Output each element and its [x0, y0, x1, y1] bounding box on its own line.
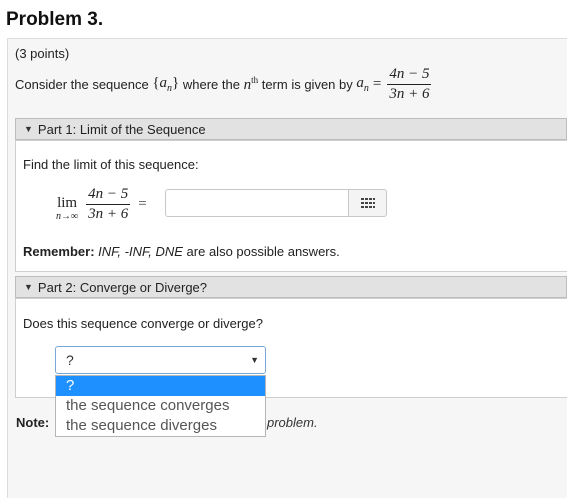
an-var: a [356, 74, 364, 91]
nth-sup: th [251, 74, 259, 85]
grid-icon [360, 197, 375, 208]
limit-equals: = [138, 196, 147, 212]
problem-title: Problem 3. [6, 9, 104, 30]
option-converges[interactable]: the sequence converges [56, 396, 265, 416]
select-dropdown-list: ? the sequence converges the sequence di… [55, 375, 266, 437]
limit-expression: lim n→∞ 4n − 5 3n + 6 = [56, 186, 147, 223]
term-given-text: term is given by [261, 76, 353, 92]
statement-equals: = [372, 75, 382, 92]
sequence-notation: {an} [152, 75, 179, 94]
statement-numerator: 4n − 5 [387, 66, 432, 85]
points-label: (3 points) [15, 46, 70, 61]
caret-down-icon: ▼ [24, 282, 33, 292]
where-the-text: where the [182, 76, 240, 92]
seq-var: a [159, 74, 168, 91]
select-value: ? [66, 352, 74, 368]
option-diverges[interactable]: the sequence diverges [56, 416, 265, 436]
remember-hint: Remember: INF, -INF, DNE are also possib… [23, 244, 340, 259]
nth-notation: nth [244, 75, 259, 94]
statement-fraction: 4n − 5 3n + 6 [387, 66, 432, 103]
limit-denominator: 3n + 6 [88, 206, 129, 222]
limit-fraction: 4n − 5 3n + 6 [86, 186, 131, 223]
remember-label: Remember: [23, 244, 95, 259]
part1-title: Part 1: Limit of the Sequence [37, 121, 206, 137]
an-sub: n [363, 82, 369, 94]
remember-tail: are also possible answers. [186, 244, 340, 259]
lim-operator: lim n→∞ [56, 196, 78, 223]
note-label: Note: [16, 415, 49, 430]
nth-n: n [243, 76, 252, 93]
part2-question: Does this sequence converge or diverge? [23, 316, 263, 331]
remember-values: INF, -INF, DNE [98, 244, 183, 259]
problem-statement: Consider the sequence {an} where the nth… [15, 64, 433, 104]
note-tail: problem. [267, 415, 318, 430]
equation-palette-button[interactable] [348, 189, 387, 217]
limit-numerator: 4n − 5 [86, 186, 131, 205]
an-notation: an [356, 75, 369, 94]
caret-down-icon: ▼ [24, 124, 33, 134]
brace-open: { [152, 74, 160, 91]
brace-close: } [172, 74, 180, 91]
option-placeholder[interactable]: ? [56, 376, 265, 396]
lim-word: lim [57, 195, 78, 211]
part2-title: Part 2: Converge or Diverge? [37, 279, 208, 295]
lim-subscript: n→∞ [56, 211, 79, 222]
statement-denominator: 3n + 6 [389, 85, 430, 102]
limit-answer-input[interactable] [165, 189, 348, 217]
note-label-text: Note: [16, 415, 50, 430]
part1-header[interactable]: ▼ Part 1: Limit of the Sequence [15, 118, 567, 140]
chevron-down-icon: ▼ [250, 355, 259, 365]
part2-header[interactable]: ▼ Part 2: Converge or Diverge? [15, 276, 567, 298]
statement-prefix: Consider the sequence [15, 76, 149, 92]
converge-diverge-select[interactable]: ? ▼ [55, 346, 266, 374]
part1-prompt: Find the limit of this sequence: [23, 157, 199, 172]
